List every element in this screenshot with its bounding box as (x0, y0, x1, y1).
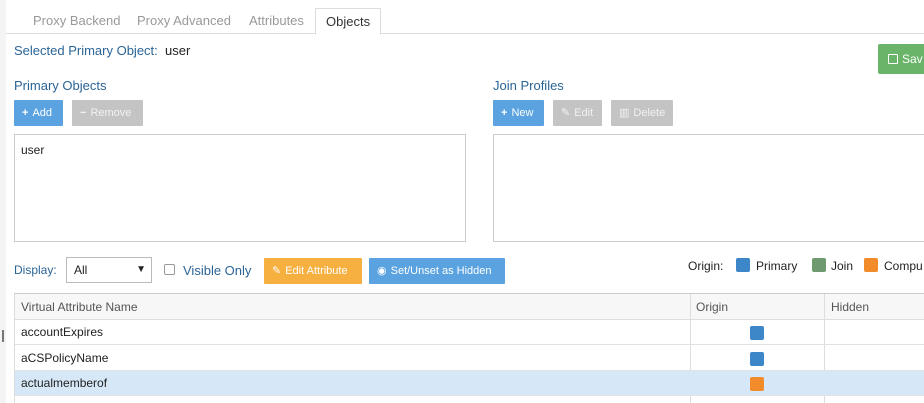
table-header: Virtual Attribute Name Origin Hidden (15, 294, 924, 320)
visible-only-checkbox[interactable] (164, 264, 175, 275)
list-item[interactable]: user (21, 143, 44, 157)
primary-legend-label: Primary (756, 259, 798, 273)
resize-handle[interactable] (2, 330, 4, 342)
column-header-origin[interactable]: Origin (690, 294, 728, 320)
visible-only-label[interactable]: Visible Only (183, 263, 251, 278)
primary-legend-swatch (736, 258, 750, 272)
pencil-icon: ✎ (561, 107, 571, 119)
computed-legend-swatch (864, 258, 878, 272)
origin-primary-indicator (750, 352, 764, 366)
pencil-icon: ✎ (272, 265, 282, 277)
column-header-name[interactable]: Virtual Attribute Name (15, 294, 138, 320)
save-button-label: Sav (902, 52, 923, 66)
set-unset-hidden-button[interactable]: ◉ Set/Unset as Hidden (369, 258, 505, 284)
remove-button[interactable]: − Remove (72, 100, 143, 126)
display-label: Display: (14, 263, 57, 277)
save-button[interactable]: Sav (878, 44, 924, 74)
table-row[interactable]: accountExpires (15, 320, 924, 345)
display-select-value: All (74, 263, 88, 277)
join-legend-swatch (812, 258, 826, 272)
minus-icon: − (80, 107, 87, 119)
attribute-name-cell: accountExpires (21, 325, 104, 339)
tab-objects[interactable]: Objects (315, 8, 382, 35)
table-row-selected[interactable]: actualmemberof (15, 371, 924, 396)
join-profiles-title: Join Profiles (493, 78, 564, 93)
eye-icon: ◉ (377, 265, 387, 277)
selected-primary-value: user (165, 43, 191, 58)
delete-button[interactable]: ▥ Delete (611, 100, 673, 126)
attribute-name-cell: actualmemberof (21, 376, 108, 390)
trash-icon: ▥ (619, 107, 630, 119)
plus-icon: + (501, 107, 508, 119)
computed-legend-label: Compu (884, 259, 923, 273)
primary-objects-title: Primary Objects (14, 78, 107, 93)
attribute-name-cell: aCSPolicyName (21, 351, 109, 365)
caret-down-icon: ▼ (136, 264, 146, 275)
new-button[interactable]: + New (493, 100, 544, 126)
column-header-hidden[interactable]: Hidden (825, 294, 869, 320)
join-profiles-list[interactable] (493, 134, 924, 242)
add-button[interactable]: + Add (14, 100, 63, 126)
plus-icon: + (22, 107, 29, 119)
delete-button-label: Delete (633, 107, 666, 119)
edit-button-label: Edit (574, 107, 594, 119)
origin-primary-indicator (750, 326, 764, 340)
join-legend-label: Join (831, 259, 854, 273)
primary-objects-list[interactable]: user (14, 134, 466, 242)
table-row[interactable]: aCSPolicyName (15, 346, 924, 371)
left-edge-strip (0, 0, 6, 403)
tab-proxy-advanced[interactable]: Proxy Advanced (127, 8, 241, 34)
tab-proxy-backend[interactable]: Proxy Backend (23, 8, 130, 34)
floppy-disk-icon (888, 54, 898, 64)
tab-attributes[interactable]: Attributes (239, 8, 314, 34)
display-select[interactable]: All ▼ (66, 257, 152, 283)
origin-computed-indicator (750, 377, 764, 391)
set-unset-hidden-label: Set/Unset as Hidden (390, 265, 492, 277)
attributes-table: Virtual Attribute Name Origin Hidden acc… (14, 293, 924, 403)
remove-button-label: Remove (90, 107, 132, 119)
origin-legend-label: Origin: (688, 259, 724, 273)
edit-button[interactable]: ✎ Edit (553, 100, 602, 126)
selected-primary-label: Selected Primary Object: (14, 43, 158, 58)
edit-attribute-label: Edit Attribute (285, 265, 348, 277)
edit-attribute-button[interactable]: ✎ Edit Attribute (264, 258, 362, 284)
tab-bar: Proxy Backend Proxy Advanced Attributes … (6, 0, 924, 35)
add-button-label: Add (32, 107, 53, 119)
new-button-label: New (511, 107, 534, 119)
